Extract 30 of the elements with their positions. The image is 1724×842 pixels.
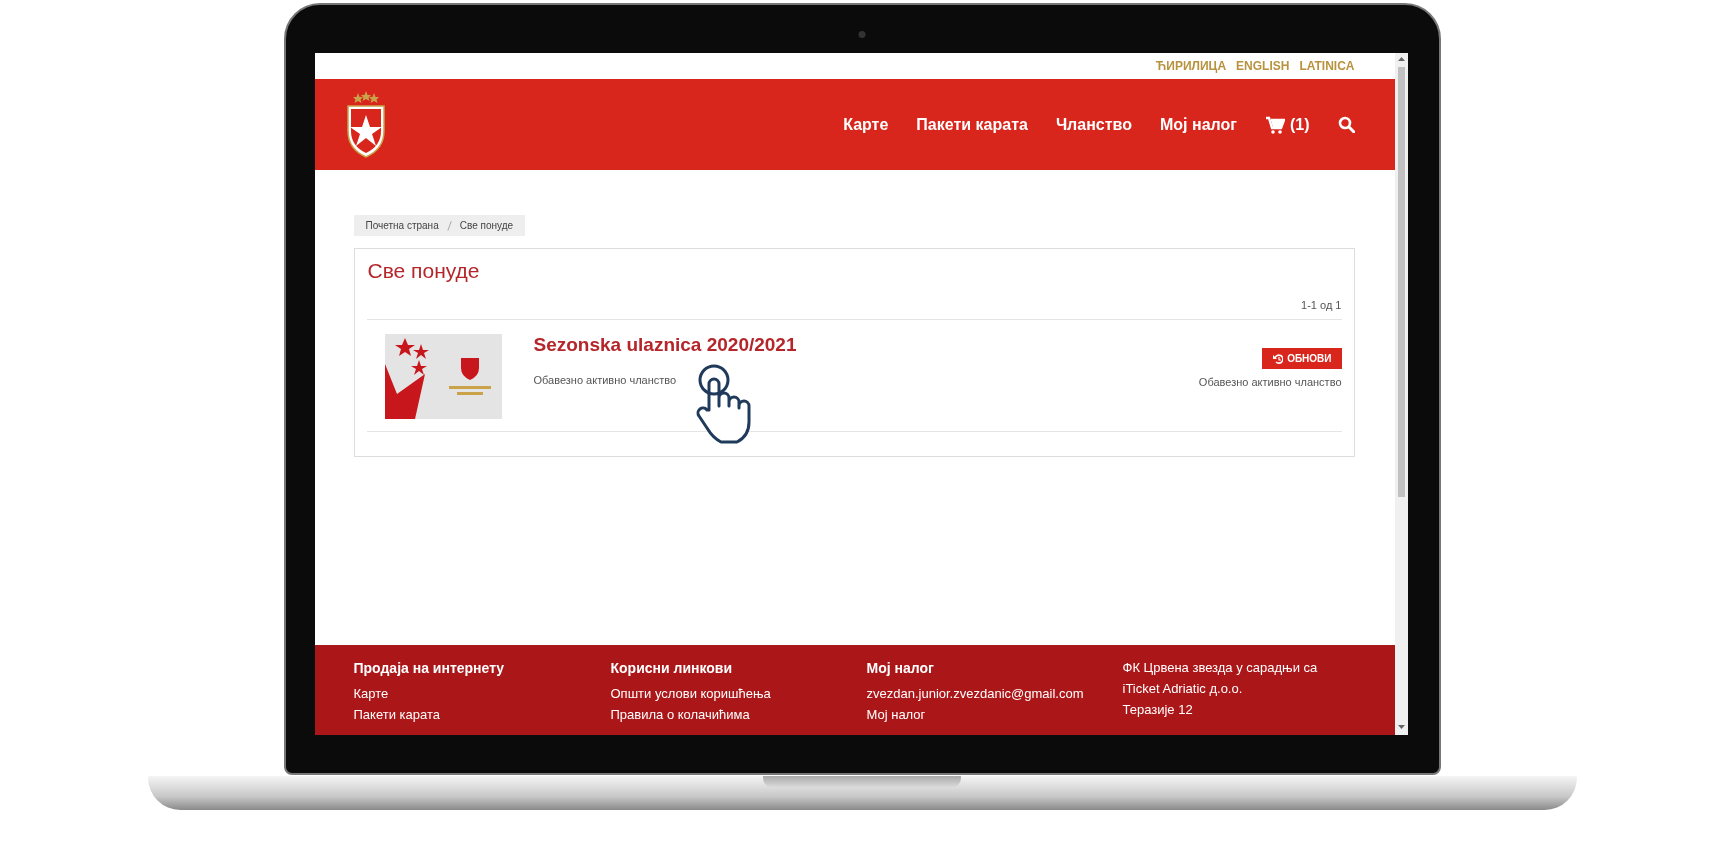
footer-link[interactable]: zvezdan.junior.zvezdanic@gmail.com	[866, 686, 1123, 701]
search-button[interactable]	[1337, 116, 1355, 133]
footer-link[interactable]: Општи услови коришћења	[610, 686, 867, 701]
page-title: Све понуде	[366, 259, 481, 283]
nav-link[interactable]: Чланство	[1055, 115, 1132, 134]
footer-link[interactable]: Пакети карата	[353, 707, 611, 722]
footer-link[interactable]: Мој налог	[866, 707, 1123, 722]
footer-text: iTicket Adriatic д.о.о.	[1122, 681, 1244, 696]
history-icon	[1272, 353, 1284, 364]
offer-requirement: Обавезно активно чланство	[1198, 376, 1342, 388]
search-icon	[1337, 116, 1355, 133]
camera-icon	[858, 31, 866, 38]
footer-link[interactable]: Карте	[353, 686, 611, 701]
footer-heading: Мој налог	[866, 660, 935, 676]
footer-text: ФК Црвена звезда у сарадњи са	[1122, 660, 1319, 675]
footer-link[interactable]: Правила о колачићима	[610, 707, 867, 722]
cart-link[interactable]: (1)	[1264, 115, 1310, 134]
breadcrumb-item[interactable]: Све понуде	[459, 220, 514, 231]
nav-link[interactable]: Мој налог	[1160, 115, 1237, 134]
cart-icon	[1264, 115, 1285, 134]
footer-text: Теразије 12	[1122, 702, 1194, 717]
nav-link[interactable]: Пакети карата	[916, 115, 1028, 134]
breadcrumb-item[interactable]: Почетна страна	[365, 220, 439, 231]
offer-note: Обавезно активно чланство	[533, 374, 678, 386]
footer-heading: Продаја на интернету	[353, 660, 506, 676]
offer-title-link[interactable]: Sezonska ulaznica 2020/2021	[533, 334, 1199, 356]
renew-button[interactable]: ОБНОВИ	[1262, 348, 1342, 369]
pagination-count: 1-1 од 1	[366, 299, 1342, 320]
footer-heading: Корисни линкови	[610, 660, 734, 676]
nav-link[interactable]: Карте	[843, 115, 889, 134]
